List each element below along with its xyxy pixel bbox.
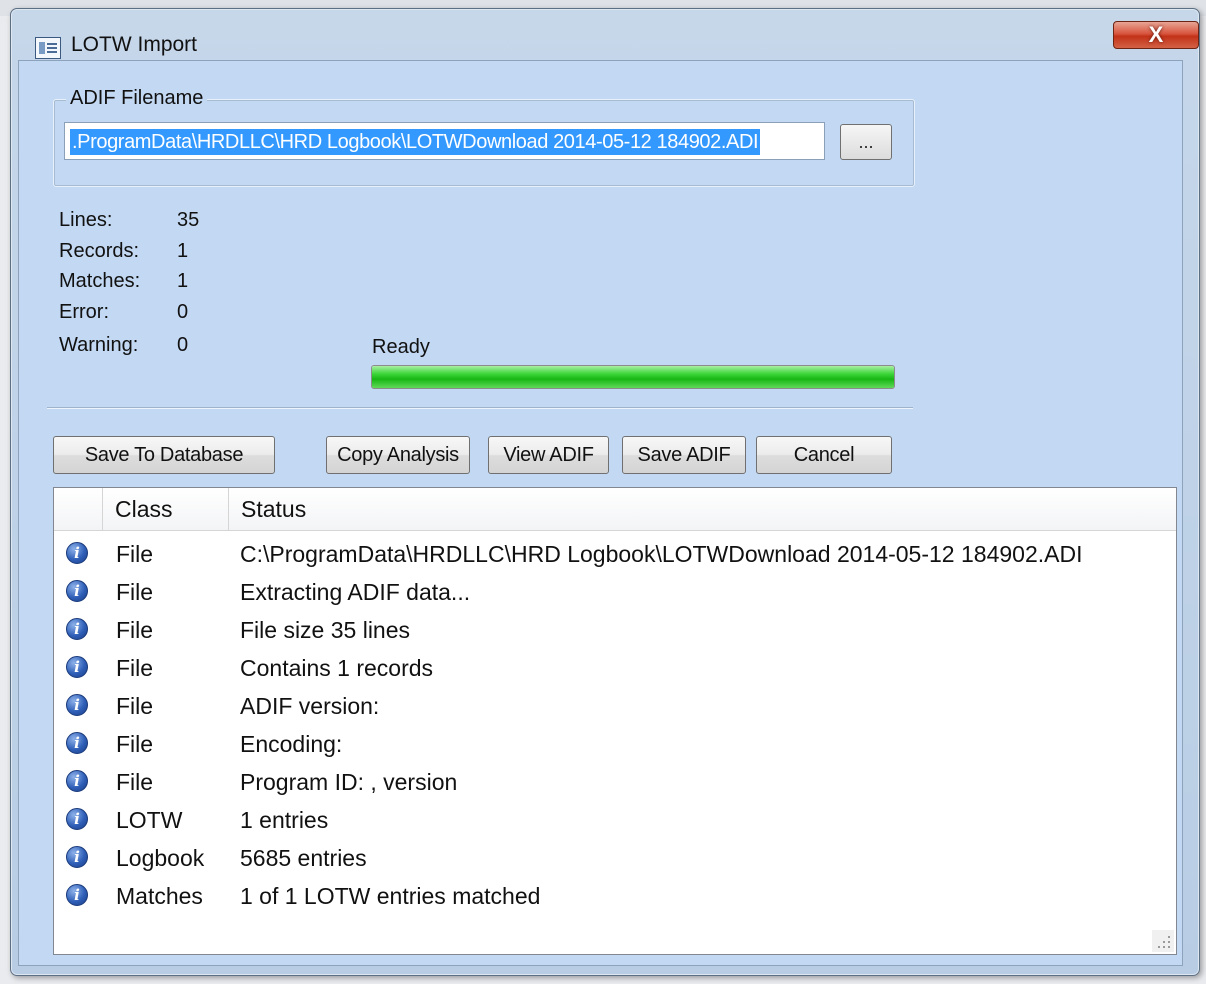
stat-value: 0 — [177, 334, 189, 356]
stat-value: 1 — [177, 240, 189, 262]
stat-label: Warning: — [59, 334, 139, 356]
window-title: LOTW Import — [71, 33, 198, 56]
row-class-cell: LOTW — [116, 807, 183, 833]
stat-label: Matches: — [59, 270, 141, 292]
list-item[interactable]: i File File size 35 lines — [54, 611, 1176, 649]
row-status-cell: File size 35 lines — [240, 617, 411, 643]
row-status-cell: 1 of 1 LOTW entries matched — [240, 883, 541, 909]
info-icon: i — [66, 694, 88, 716]
cancel-button[interactable]: Cancel — [756, 436, 892, 474]
list-item[interactable]: i File Program ID: , version — [54, 763, 1176, 801]
list-item[interactable]: i File Encoding: — [54, 725, 1176, 763]
stat-label: Lines: — [59, 209, 113, 231]
row-class-cell: Logbook — [116, 845, 205, 871]
close-button[interactable]: X — [1113, 21, 1199, 49]
adif-filename-label: ADIF Filename — [66, 87, 208, 110]
info-icon: i — [66, 846, 88, 868]
row-status-cell: 1 entries — [240, 807, 329, 833]
row-status-cell: Program ID: , version — [240, 769, 458, 795]
window-icon — [35, 37, 61, 59]
dialog-client-area: ADIF Filename .ProgramData\HRDLLC\HRD Lo… — [18, 60, 1183, 966]
row-class-cell: File — [116, 655, 154, 681]
copy-analysis-label: Copy Analysis — [337, 444, 459, 466]
list-header: Class Status — [54, 488, 1176, 531]
row-status-cell: 5685 entries — [240, 845, 367, 871]
stat-label: Error: — [59, 301, 109, 323]
stat-label: Records: — [59, 240, 140, 262]
adif-filename-input[interactable]: .ProgramData\HRDLLC\HRD Logbook\LOTWDown… — [64, 122, 825, 160]
filename-selected-text: .ProgramData\HRDLLC\HRD Logbook\LOTWDown… — [70, 129, 761, 155]
info-icon: i — [66, 808, 88, 830]
row-class-cell: File — [116, 731, 154, 757]
copy-analysis-button[interactable]: Copy Analysis — [326, 436, 470, 474]
row-status-cell: Encoding: — [240, 731, 343, 757]
list-item[interactable]: i File Extracting ADIF data... — [54, 573, 1176, 611]
row-status-cell: Extracting ADIF data... — [240, 579, 471, 605]
info-icon: i — [66, 542, 88, 564]
column-header-icon[interactable] — [54, 488, 102, 530]
row-class-cell: File — [116, 769, 154, 795]
view-adif-button[interactable]: View ADIF — [488, 436, 609, 474]
cancel-label: Cancel — [793, 444, 855, 466]
row-class-cell: File — [116, 693, 154, 719]
list-item[interactable]: i LOTW 1 entries — [54, 801, 1176, 839]
column-header-class[interactable]: Class — [102, 488, 228, 530]
save-to-database-label: Save To Database — [84, 444, 244, 466]
row-class-cell: Matches — [116, 883, 203, 909]
stat-value: 0 — [177, 301, 189, 323]
adif-filename-group: ADIF Filename .ProgramData\HRDLLC\HRD Lo… — [53, 87, 915, 187]
row-class-cell: File — [116, 617, 154, 643]
list-item[interactable]: i Logbook 5685 entries — [54, 839, 1176, 877]
list-item[interactable]: i Matches 1 of 1 LOTW entries matched — [54, 877, 1176, 915]
resize-grip[interactable] — [1152, 930, 1174, 952]
stat-value: 1 — [177, 270, 189, 292]
info-icon: i — [66, 770, 88, 792]
row-status-cell: C:\ProgramData\HRDLLC\HRD Logbook\LOTWDo… — [240, 541, 1083, 567]
progress-bar-fill — [372, 366, 894, 388]
info-icon: i — [66, 884, 88, 906]
analysis-list-view[interactable]: Class Status i File C:\ProgramData\HRDLLC\… — [53, 487, 1177, 955]
info-icon: i — [66, 580, 88, 602]
info-icon: i — [66, 732, 88, 754]
save-adif-label: Save ADIF — [637, 444, 731, 466]
info-icon: i — [66, 656, 88, 678]
view-adif-label: View ADIF — [503, 444, 594, 466]
separator-line — [47, 407, 913, 409]
row-status-cell: Contains 1 records — [240, 655, 434, 681]
row-class-cell: File — [116, 541, 154, 567]
progress-status-text: Ready — [372, 336, 430, 358]
browse-button[interactable]: ... — [840, 124, 892, 160]
list-item[interactable]: i File C:\ProgramData\HRDLLC\HRD Logbook\L… — [54, 535, 1176, 573]
row-class-cell: File — [116, 579, 154, 605]
progress-bar — [371, 365, 895, 389]
save-to-database-button[interactable]: Save To Database — [53, 436, 275, 474]
stat-value: 35 — [177, 209, 200, 231]
list-item[interactable]: i File Contains 1 records — [54, 649, 1176, 687]
info-icon: i — [66, 618, 88, 640]
column-header-status[interactable]: Status — [228, 488, 1173, 530]
list-item[interactable]: i File ADIF version: — [54, 687, 1176, 725]
row-status-cell: ADIF version: — [240, 693, 380, 719]
save-adif-button[interactable]: Save ADIF — [622, 436, 746, 474]
